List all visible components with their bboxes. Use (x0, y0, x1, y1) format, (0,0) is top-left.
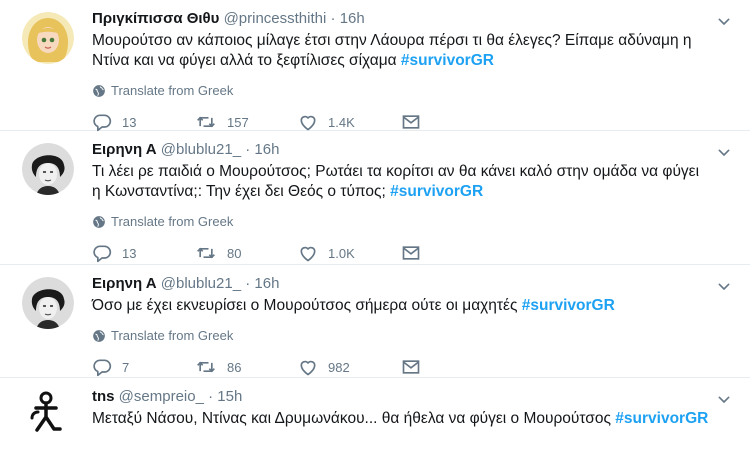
hashtag-link[interactable]: #survivorGR (401, 52, 494, 69)
reply-button[interactable]: 7 (92, 357, 195, 377)
display-name[interactable]: Πριγκίπισσα Θιθυ (92, 10, 219, 27)
avatar[interactable] (24, 390, 70, 436)
globe-icon (92, 215, 106, 229)
retweet-button[interactable]: 86 (195, 357, 298, 377)
reply-button[interactable]: 13 (92, 243, 195, 263)
user-handle[interactable]: @sempreio_ (119, 388, 204, 405)
timestamp[interactable]: 15h (217, 388, 242, 405)
reply-count: 13 (122, 114, 137, 130)
translate-link[interactable]: Translate from Greek (92, 328, 710, 343)
tweet-actions: 13 157 1.4K (92, 112, 710, 132)
user-handle[interactable]: @blublu21_ (161, 141, 241, 158)
separator-dot: · (330, 10, 336, 27)
globe-icon (92, 329, 106, 343)
chevron-down-icon (716, 392, 732, 408)
tweet[interactable]: Ειρηνη Α @blublu21_ · 16h Όσο με έχει εκ… (0, 265, 750, 378)
direct-message-button[interactable] (401, 243, 504, 263)
user-handle[interactable]: @blublu21_ (161, 275, 241, 292)
retweet-count: 80 (227, 245, 242, 261)
hashtag-link[interactable]: #survivorGR (522, 297, 615, 314)
tweet-text: Μεταξύ Νάσου, Ντίνας και Δρυμωνάκου... θ… (92, 409, 710, 429)
display-name[interactable]: tns (92, 388, 115, 405)
retweet-icon (195, 243, 217, 263)
tweet[interactable]: Ειρηνη Α @blublu21_ · 16h Τι λέει ρε παι… (0, 131, 750, 265)
reply-icon (92, 357, 112, 377)
retweet-icon (195, 112, 217, 132)
direct-message-button[interactable] (401, 357, 504, 377)
like-count: 1.4K (328, 114, 355, 130)
reply-count: 7 (122, 359, 130, 375)
hashtag-link[interactable]: #survivorGR (390, 183, 483, 200)
like-icon (298, 243, 318, 263)
tweet-header: Ειρηνη Α @blublu21_ · 16h (92, 141, 710, 159)
message-icon (401, 357, 421, 377)
tweet-header: tns @sempreio_ · 15h (92, 388, 710, 406)
tweet-body: Μεταξύ Νάσου, Ντίνας και Δρυμωνάκου... θ… (92, 410, 611, 427)
tweet-body: Μουρούτσο αν κάποιος μίλαγε έτσι στην Λά… (92, 32, 692, 69)
display-name[interactable]: Ειρηνη Α (92, 275, 157, 292)
separator-dot: · (208, 388, 214, 405)
reply-button[interactable]: 13 (92, 112, 195, 132)
like-button[interactable]: 1.4K (298, 112, 401, 132)
avatar[interactable] (22, 277, 74, 329)
globe-icon (92, 84, 106, 98)
timestamp[interactable]: 16h (254, 141, 279, 158)
chevron-down-icon (716, 279, 732, 295)
tweet-menu-button[interactable] (716, 392, 732, 413)
translate-link[interactable]: Translate from Greek (92, 214, 710, 229)
chevron-down-icon (716, 145, 732, 161)
retweet-button[interactable]: 157 (195, 112, 298, 132)
retweet-button[interactable]: 80 (195, 243, 298, 263)
separator-dot: · (245, 141, 251, 158)
reply-count: 13 (122, 245, 137, 261)
tweet-actions: 7 86 982 (92, 357, 710, 377)
avatar[interactable] (22, 12, 74, 64)
reply-icon (92, 243, 112, 263)
reply-icon (92, 112, 112, 132)
tweet-header: Πριγκίπισσα Θιθυ @princessthithi · 16h (92, 10, 710, 28)
tweet-menu-button[interactable] (716, 279, 732, 300)
like-icon (298, 112, 318, 132)
timestamp[interactable]: 16h (340, 10, 365, 27)
tweet-menu-button[interactable] (716, 14, 732, 35)
tweet[interactable]: Πριγκίπισσα Θιθυ @princessthithi · 16h Μ… (0, 0, 750, 131)
tweet-text: Τι λέει ρε παιδιά ο Μουρούτσος; Ρωτάει τ… (92, 162, 710, 202)
separator-dot: · (245, 275, 251, 292)
translate-label: Translate from Greek (111, 214, 234, 229)
chevron-down-icon (716, 14, 732, 30)
tweet-text: Μουρούτσο αν κάποιος μίλαγε έτσι στην Λά… (92, 31, 710, 71)
tweet-timeline: Πριγκίπισσα Θιθυ @princessthithi · 16h Μ… (0, 0, 750, 450)
tweet-text: Όσο με έχει εκνευρίσει ο Μουρούτσος σήμε… (92, 296, 710, 316)
hashtag-link[interactable]: #survivorGR (615, 410, 708, 427)
tweet-header: Ειρηνη Α @blublu21_ · 16h (92, 275, 710, 293)
like-icon (298, 357, 318, 377)
like-button[interactable]: 1.0K (298, 243, 401, 263)
tweet-body: Όσο με έχει εκνευρίσει ο Μουρούτσος σήμε… (92, 297, 518, 314)
user-handle[interactable]: @princessthithi (224, 10, 327, 27)
retweet-count: 86 (227, 359, 242, 375)
like-count: 982 (328, 359, 350, 375)
translate-link[interactable]: Translate from Greek (92, 83, 710, 98)
like-count: 1.0K (328, 245, 355, 261)
retweet-icon (195, 357, 217, 377)
avatar[interactable] (22, 143, 74, 195)
display-name[interactable]: Ειρηνη Α (92, 141, 157, 158)
like-button[interactable]: 982 (298, 357, 401, 377)
translate-label: Translate from Greek (111, 328, 234, 343)
tweet-menu-button[interactable] (716, 145, 732, 166)
tweet[interactable]: tns @sempreio_ · 15h Μεταξύ Νάσου, Ντίνα… (0, 378, 750, 450)
tweet-actions: 13 80 1.0K (92, 243, 710, 263)
retweet-count: 157 (227, 114, 249, 130)
translate-label: Translate from Greek (111, 83, 234, 98)
message-icon (401, 243, 421, 263)
timestamp[interactable]: 16h (254, 275, 279, 292)
message-icon (401, 112, 421, 132)
direct-message-button[interactable] (401, 112, 504, 132)
